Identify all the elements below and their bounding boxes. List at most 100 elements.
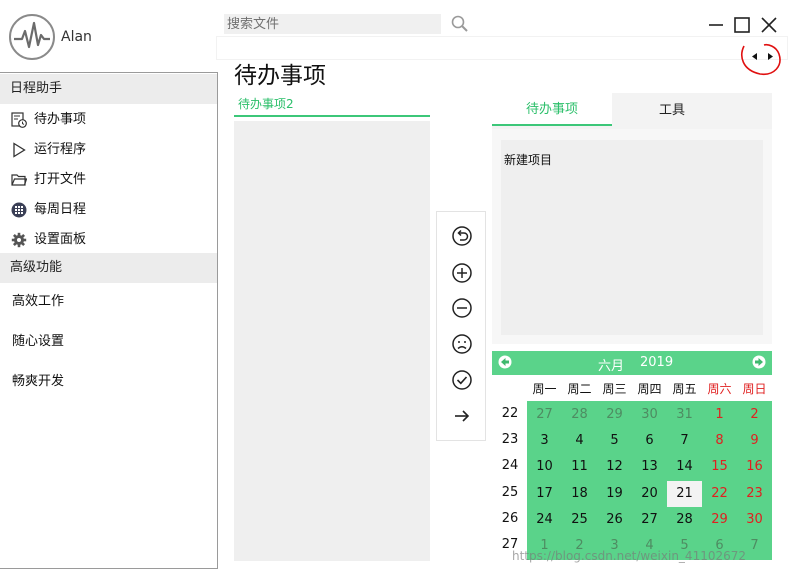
calendar-day[interactable]: 10 bbox=[527, 454, 562, 480]
minimize-button[interactable] bbox=[705, 14, 727, 36]
add-icon[interactable] bbox=[450, 261, 474, 285]
sidebar-item-label: 运行程序 bbox=[34, 142, 87, 157]
sad-face-icon[interactable] bbox=[450, 332, 474, 356]
action-toolbar bbox=[436, 211, 486, 441]
calendar-day[interactable]: 30 bbox=[737, 507, 772, 533]
sidebar-item-free-settings[interactable]: 随心设置 bbox=[0, 327, 217, 357]
calendar-day[interactable]: 11 bbox=[562, 454, 597, 480]
calendar-day[interactable]: 15 bbox=[702, 454, 737, 480]
calendar-weekday-header: 周三 bbox=[597, 377, 632, 401]
calendar-day[interactable]: 4 bbox=[562, 428, 597, 454]
calendar-weekday-header: 周四 bbox=[632, 377, 667, 401]
sidebar-item-weekly[interactable]: 每周日程 bbox=[0, 195, 217, 225]
calendar-day-today[interactable]: 21 bbox=[667, 480, 702, 507]
check-icon[interactable] bbox=[450, 368, 474, 392]
sidebar-item-label: 每周日程 bbox=[34, 202, 87, 217]
sidebar-item-label: 高效工作 bbox=[12, 294, 65, 309]
calendar-day[interactable]: 17 bbox=[527, 481, 562, 507]
calendar-day[interactable]: 16 bbox=[737, 454, 772, 480]
sidebar-item-label: 畅爽开发 bbox=[12, 374, 65, 389]
calendar-day[interactable]: 7 bbox=[667, 428, 702, 454]
maximize-button[interactable] bbox=[731, 14, 753, 36]
sidebar-item-label: 待办事项 bbox=[34, 112, 87, 127]
calendar-year[interactable]: 2019 bbox=[640, 355, 673, 370]
page-title: 待办事项 bbox=[234, 63, 326, 89]
search-input[interactable] bbox=[224, 14, 441, 34]
search-icon[interactable] bbox=[450, 14, 470, 34]
sidebar-item-label: 打开文件 bbox=[34, 172, 87, 187]
calendar-day[interactable]: 23 bbox=[737, 481, 772, 507]
calendar-weekday-header: 周一 bbox=[527, 377, 562, 401]
calendar-header bbox=[492, 351, 772, 375]
calendar-day[interactable]: 5 bbox=[597, 428, 632, 454]
new-item-label[interactable]: 新建项目 bbox=[504, 151, 552, 168]
tab-tools[interactable]: 工具 bbox=[612, 96, 732, 126]
sidebar-section-header: 日程助手 bbox=[0, 74, 217, 104]
calendar-day[interactable]: 9 bbox=[737, 428, 772, 454]
calendar-day[interactable]: 6 bbox=[632, 428, 667, 454]
sidebar-item-smooth-dev[interactable]: 畅爽开发 bbox=[0, 367, 217, 397]
sidebar-item-label: 随心设置 bbox=[12, 334, 65, 349]
calendar-week-number: 24 bbox=[501, 458, 519, 474]
calendar-day[interactable]: 30 bbox=[632, 402, 667, 428]
sidebar-item-efficient-work[interactable]: 高效工作 bbox=[0, 287, 217, 317]
calendar-day[interactable]: 29 bbox=[597, 402, 632, 428]
todo-list-item[interactable]: 待办事项2 bbox=[238, 95, 294, 112]
calendar-week-number: 26 bbox=[501, 510, 519, 526]
calendar-day[interactable]: 31 bbox=[667, 402, 702, 428]
calendar-day[interactable]: 13 bbox=[632, 454, 667, 480]
logo-icon bbox=[9, 14, 55, 60]
calendar-month-select[interactable]: 六月 bbox=[598, 355, 624, 374]
calendar-day[interactable]: 2 bbox=[737, 402, 772, 428]
calendar-day[interactable]: 1 bbox=[702, 402, 737, 428]
close-button[interactable] bbox=[758, 14, 780, 36]
new-item-area[interactable] bbox=[501, 140, 763, 335]
gear-icon bbox=[11, 232, 27, 248]
tab-todo[interactable]: 待办事项 bbox=[492, 93, 612, 126]
todo-item-underline bbox=[234, 115, 430, 117]
calendar-week-number: 22 bbox=[501, 406, 519, 421]
watermark-text: https://blog.csdn.net/weixin_41102672 bbox=[512, 549, 747, 563]
sidebar-item-label: 设置面板 bbox=[34, 232, 87, 247]
calendar-day[interactable]: 25 bbox=[562, 507, 597, 533]
calendar-next-button[interactable] bbox=[752, 355, 766, 369]
calendar-day[interactable]: 12 bbox=[597, 454, 632, 480]
calendar-day[interactable]: 26 bbox=[597, 507, 632, 533]
calendar-day[interactable]: 19 bbox=[597, 481, 632, 507]
sidebar-item-run[interactable]: 运行程序 bbox=[0, 135, 217, 165]
calendar-day[interactable]: 29 bbox=[702, 507, 737, 533]
calendar-day[interactable]: 20 bbox=[632, 481, 667, 507]
calendar-weekday-header: 周日 bbox=[737, 377, 772, 401]
arrow-right-icon[interactable] bbox=[450, 404, 474, 428]
sidebar: 日程助手 待办事项 运行程序 打开文件 每周日程 设置面板 高级功能 高效工作 … bbox=[0, 72, 218, 569]
sidebar-section-header: 高级功能 bbox=[0, 253, 217, 283]
calendar-day[interactable]: 28 bbox=[562, 402, 597, 428]
calendar-day[interactable]: 24 bbox=[527, 507, 562, 533]
chevron-left-icon[interactable] bbox=[752, 53, 757, 60]
remove-icon[interactable] bbox=[450, 296, 474, 320]
calendar-weekday-header: 周六 bbox=[702, 377, 737, 401]
play-icon bbox=[13, 142, 26, 158]
calendar-day[interactable]: 3 bbox=[527, 428, 562, 454]
calendar-day[interactable]: 27 bbox=[632, 507, 667, 533]
todo-list-panel[interactable] bbox=[234, 121, 430, 561]
clock-list-icon bbox=[11, 112, 27, 128]
calendar-grid-icon bbox=[11, 202, 27, 218]
calendar-week-number: 25 bbox=[501, 484, 519, 500]
calendar-prev-button[interactable] bbox=[498, 355, 512, 369]
calendar-week-number: 23 bbox=[501, 432, 519, 448]
calendar-day[interactable]: 18 bbox=[562, 481, 597, 507]
calendar-weekday-header: 周二 bbox=[562, 377, 597, 401]
calendar-day[interactable]: 8 bbox=[702, 428, 737, 454]
sidebar-item-open-file[interactable]: 打开文件 bbox=[0, 165, 217, 195]
nav-arrows[interactable] bbox=[738, 42, 784, 78]
calendar-day[interactable]: 28 bbox=[667, 507, 702, 533]
undo-icon[interactable] bbox=[450, 224, 474, 248]
sidebar-item-todo[interactable]: 待办事项 bbox=[0, 105, 217, 135]
calendar-day[interactable]: 22 bbox=[702, 481, 737, 507]
calendar-day[interactable]: 14 bbox=[667, 454, 702, 480]
chevron-right-icon[interactable] bbox=[768, 53, 773, 60]
sidebar-item-settings[interactable]: 设置面板 bbox=[0, 225, 217, 255]
user-name: Alan bbox=[61, 29, 92, 45]
calendar-day[interactable]: 27 bbox=[527, 402, 562, 428]
